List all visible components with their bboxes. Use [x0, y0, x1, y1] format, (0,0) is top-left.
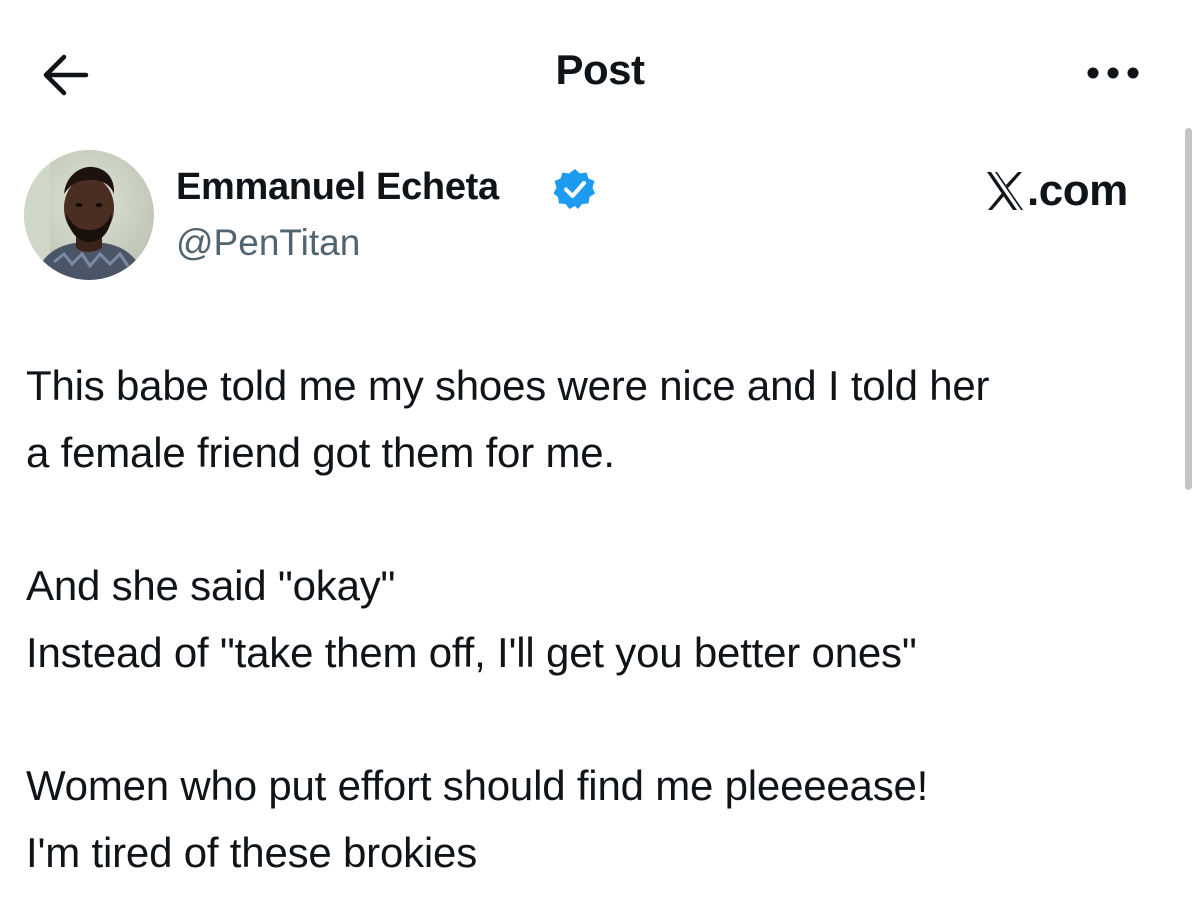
post-text-line: I'm tired of these brokies: [26, 829, 478, 876]
more-horizontal-icon: [1087, 67, 1139, 79]
avatar[interactable]: [24, 150, 154, 280]
scrollbar[interactable]: [1185, 128, 1192, 490]
top-bar: Post: [0, 0, 1200, 140]
post-text-line: Women who put effort should find me plee…: [26, 762, 929, 809]
post-text-line: This babe told me my shoes were nice and…: [26, 362, 990, 409]
page-title: Post: [555, 46, 645, 93]
watermark: .com: [985, 163, 1128, 219]
verified-badge-icon: [553, 169, 595, 209]
post-text-line: Instead of "take them off, I'll get you …: [26, 629, 917, 676]
author-name[interactable]: Emmanuel Echeta: [176, 166, 499, 209]
x-logo-icon: [987, 172, 1023, 210]
avatar-image: [24, 150, 154, 280]
post-view: Post Emmanuel Echeta @PenTitan .com This…: [0, 0, 1200, 910]
post-text-line: a female friend got them for me.: [26, 429, 615, 476]
watermark-text: .com: [1027, 166, 1128, 215]
author-handle[interactable]: @PenTitan: [176, 222, 360, 264]
post-text-line: And she said "okay": [26, 562, 396, 609]
more-options-button[interactable]: [1078, 48, 1148, 98]
